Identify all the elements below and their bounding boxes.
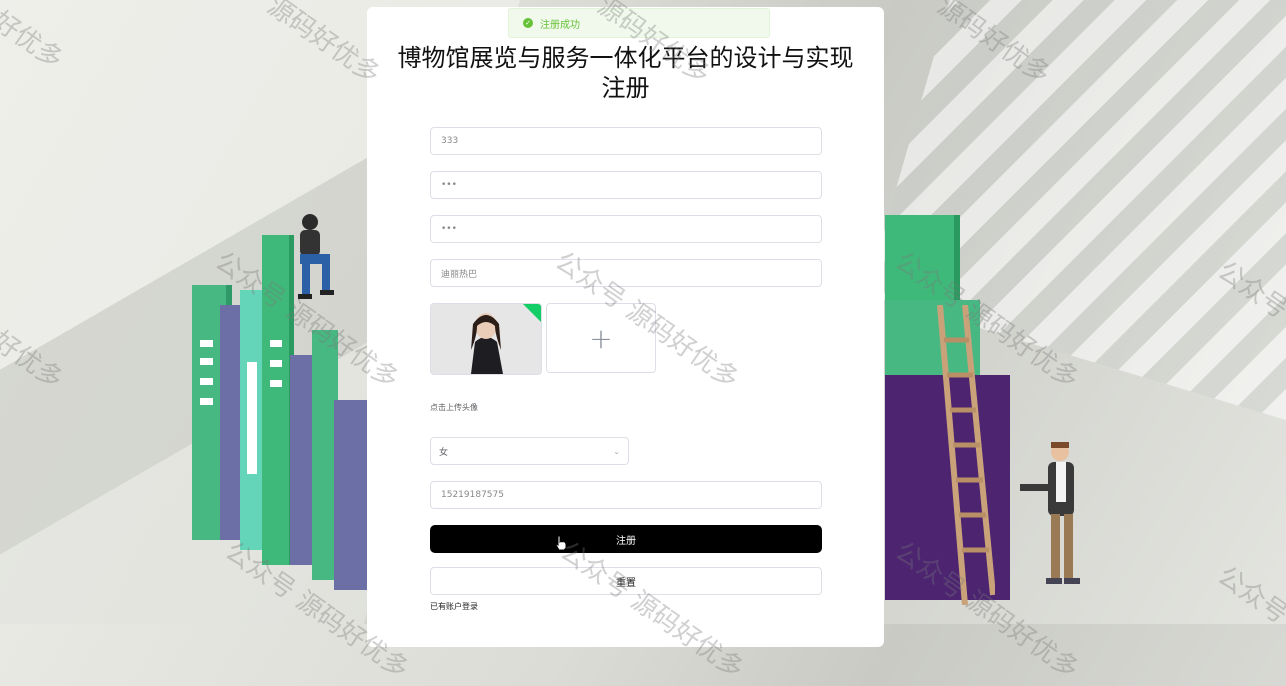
plus-icon: + (589, 321, 613, 355)
avatar-upload-hint: 点击上传头像 (430, 403, 478, 412)
book-stripe (200, 358, 213, 365)
password-input[interactable] (439, 179, 821, 191)
confirm-password-input[interactable] (439, 223, 821, 235)
upload-success-badge (523, 304, 541, 322)
system-title: 博物馆展览与服务一体化平台的设计与实现 (397, 44, 854, 72)
person-standing-illustration (1020, 442, 1080, 584)
book-stripe (270, 340, 282, 347)
phone-field[interactable] (430, 481, 822, 509)
check-circle-icon: ✓ (523, 18, 533, 28)
reset-button[interactable]: 重置 (430, 567, 822, 595)
phone-input[interactable] (439, 489, 821, 501)
book-stripe (200, 398, 213, 405)
book-stripe (270, 380, 282, 387)
login-link[interactable]: 已有账户登录 (430, 601, 478, 612)
avatar-preview[interactable] (430, 303, 542, 375)
name-input[interactable] (439, 267, 821, 279)
gender-selected-value: 女 (439, 447, 449, 458)
person-reading-illustration (298, 214, 334, 299)
book (334, 400, 368, 590)
register-card: 博物馆展览与服务一体化平台的设计与实现 注册 + 点击上传头像 女 ⌄ 注册 重… (367, 7, 884, 647)
ladder-illustration (937, 305, 995, 605)
book-stripe (200, 340, 213, 347)
book-stripe (200, 378, 213, 385)
register-heading: 注册 (601, 74, 650, 102)
gender-select[interactable]: 女 ⌄ (430, 437, 629, 465)
book-stripe (270, 360, 282, 367)
account-input[interactable] (439, 135, 821, 147)
password-field[interactable] (430, 171, 822, 199)
account-field[interactable] (430, 127, 822, 155)
book-stripe (247, 362, 257, 474)
success-toast: ✓ 注册成功 (508, 8, 770, 38)
hand-cursor-icon (555, 535, 567, 551)
name-field[interactable] (430, 259, 822, 287)
page-title: 博物馆展览与服务一体化平台的设计与实现 注册 (367, 43, 884, 103)
watermark: 公众号 (1212, 560, 1286, 631)
register-button[interactable]: 注册 (430, 525, 822, 553)
toast-message: 注册成功 (540, 19, 580, 31)
chevron-down-icon: ⌄ (613, 446, 620, 456)
confirm-password-field[interactable] (430, 215, 822, 243)
avatar-upload-button[interactable]: + (546, 303, 656, 373)
